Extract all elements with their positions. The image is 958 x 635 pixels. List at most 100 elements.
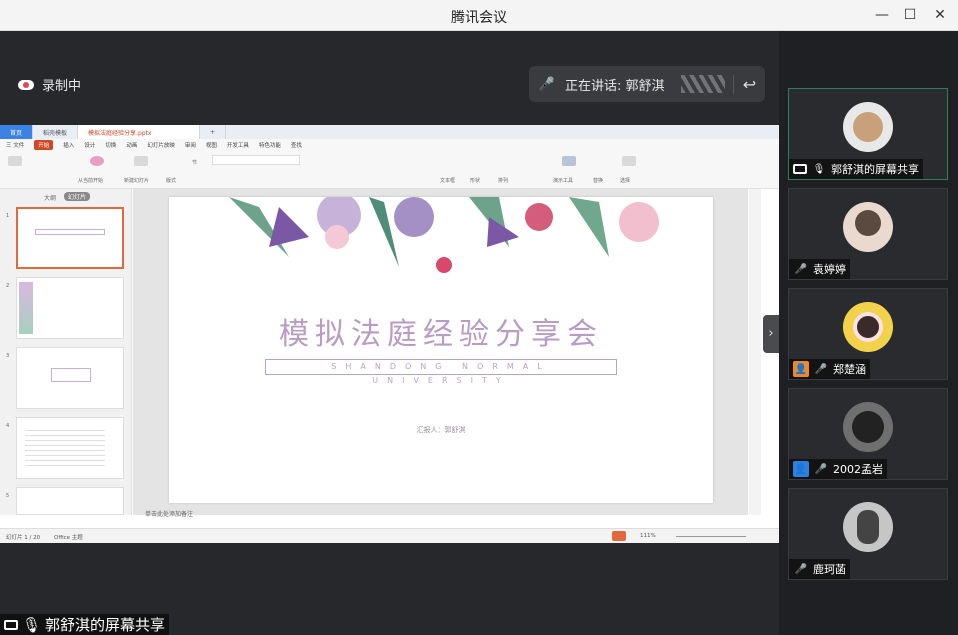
slide-subtitle: SHANDONG NORMAL UNIVERSITY: [265, 359, 617, 385]
menu-search[interactable]: 查找: [291, 141, 302, 149]
user-icon: 👤: [793, 461, 809, 477]
screen-share-label: 🎙 郭舒淇的屏幕共享: [0, 614, 170, 635]
participant-tile[interactable]: 👤 🎤 郑楚涵: [788, 288, 948, 380]
participants-panel: 🎙 郭舒淇的屏幕共享 🎤 袁婷婷 👤 🎤 郑楚涵 👤 🎤 2002孟岩 🎤 鹿珂…: [779, 31, 958, 635]
paste-icon[interactable]: [8, 156, 22, 166]
mic-on-icon: 🎙: [812, 163, 826, 175]
cloud-icon: [18, 79, 34, 90]
outline-tab[interactable]: 大纲: [44, 193, 56, 202]
menu-insert[interactable]: 插入: [63, 141, 74, 149]
avatar: [843, 202, 893, 252]
screen-share-icon: [793, 164, 807, 174]
mic-icon: 🎙: [22, 615, 42, 634]
avatar: [843, 502, 893, 552]
slide-counter: 幻灯片 1 / 20: [6, 535, 41, 541]
ribbon-replace[interactable]: 替换: [593, 177, 603, 184]
menu-review[interactable]: 审阅: [185, 141, 196, 149]
ribbon-play-from-current[interactable]: 从当前开始: [78, 177, 103, 184]
slide-reporter: 汇报人：郭舒淇: [416, 426, 466, 434]
speaking-indicator: 🎤 正在讲话: 郭舒淇 ↩: [529, 66, 765, 102]
menu-file[interactable]: 三 文件: [6, 141, 24, 149]
tab-pptx[interactable]: 模拟法庭经验分享.pptx: [78, 125, 201, 139]
vertical-scrollbar[interactable]: [749, 189, 761, 515]
return-icon[interactable]: ↩: [733, 74, 765, 94]
ribbon-present-tool[interactable]: 演示工具: [553, 177, 573, 184]
participant-tile[interactable]: 🎤 鹿珂菡: [788, 488, 948, 580]
new-tab-button[interactable]: +: [200, 125, 227, 139]
play-icon[interactable]: [612, 531, 626, 541]
user-icon: 👤: [793, 361, 809, 377]
slide-title: 模拟法庭经验分享会: [279, 317, 603, 352]
ribbon-section[interactable]: 节: [192, 159, 197, 166]
participant-name: 鹿珂菡: [813, 563, 846, 576]
select-icon[interactable]: [622, 156, 636, 166]
ribbon-select[interactable]: 选择: [620, 177, 630, 184]
notes-placeholder[interactable]: 单击此处添加备注: [145, 509, 193, 518]
recording-indicator[interactable]: 录制中: [18, 75, 81, 94]
status-bar: 幻灯片 1 / 20 Office 主题 111%: [0, 528, 779, 543]
tab-home[interactable]: 首页: [0, 125, 34, 139]
menu-features[interactable]: 特色功能: [259, 141, 281, 149]
participant-name: 袁婷婷: [813, 263, 846, 276]
shared-screen: 首页 稻壳模板 模拟法庭经验分享.pptx + 三 文件 开始 插入 设计 切换…: [0, 125, 779, 543]
menu-developer[interactable]: 开发工具: [227, 141, 249, 149]
menu-transition[interactable]: 切换: [105, 141, 116, 149]
slide-thumbnails: 大纲 幻灯片 1 2 3 4 5: [0, 189, 132, 515]
ribbon-new-slide[interactable]: 新建幻灯片: [124, 177, 149, 184]
participant-name: 郑楚涵: [833, 363, 866, 376]
mic-off-icon: 🎤: [814, 463, 828, 475]
participant-name-bar: 🎤 袁婷婷: [789, 259, 850, 279]
speaking-label: 正在讲话: 郭舒淇: [565, 78, 665, 94]
ribbon-arrange[interactable]: 排列: [498, 177, 508, 184]
zoom-slider[interactable]: [676, 536, 746, 537]
screen-share-icon: [4, 619, 18, 630]
maximize-button[interactable]: ☐: [899, 5, 921, 25]
window-title: 腾讯会议: [451, 10, 507, 26]
participant-name-bar: 👤 🎤 郑楚涵: [789, 359, 870, 379]
slide-thumbnail[interactable]: [16, 487, 124, 515]
participant-tile[interactable]: 👤 🎤 2002孟岩: [788, 388, 948, 480]
menu-view[interactable]: 视图: [206, 141, 217, 149]
slide-thumbnail[interactable]: [16, 277, 124, 339]
presentation-tool-icon[interactable]: [562, 156, 576, 166]
wps-tabbar: 首页 稻壳模板 模拟法庭经验分享.pptx +: [0, 125, 779, 139]
avatar: [843, 402, 893, 452]
slide-thumbnail[interactable]: [16, 347, 124, 409]
avatar: [843, 102, 893, 152]
new-slide-icon[interactable]: [134, 156, 148, 166]
avatar: [843, 302, 893, 352]
wps-menubar: 三 文件 开始 插入 设计 切换 动画 幻灯片放映 审阅 视图 开发工具 特色功…: [0, 139, 779, 151]
menu-home[interactable]: 开始: [34, 140, 54, 150]
ribbon-shape[interactable]: 形状: [470, 177, 480, 184]
slide-thumbnail[interactable]: [16, 207, 124, 269]
recording-label: 录制中: [42, 79, 82, 94]
current-slide[interactable]: 模拟法庭经验分享会 SHANDONG NORMAL UNIVERSITY 汇报人…: [169, 197, 713, 503]
share-label-text: 郭舒淇的屏幕共享: [45, 616, 166, 634]
slides-tab[interactable]: 幻灯片: [64, 192, 91, 201]
mic-off-icon: 🎤: [814, 363, 828, 375]
ribbon-textbox[interactable]: 文本框: [440, 177, 455, 184]
slide-editor: 模拟法庭经验分享会 SHANDONG NORMAL UNIVERSITY 汇报人…: [133, 189, 748, 518]
menu-slideshow[interactable]: 幻灯片放映: [147, 141, 175, 149]
ribbon-layout[interactable]: 版式: [166, 177, 176, 184]
window-titlebar: 腾讯会议 — ☐ ✕: [0, 0, 958, 31]
menu-design[interactable]: 设计: [84, 141, 95, 149]
menu-animation[interactable]: 动画: [126, 141, 137, 149]
mic-off-icon: 🎤: [794, 263, 808, 275]
wps-ribbon: 从当前开始 新建幻灯片 版式 节 文本框 形状 排列 演示工具 替换 选择: [0, 151, 779, 189]
participant-name-bar: 🎤 鹿珂菡: [789, 559, 850, 579]
font-size-box[interactable]: [212, 155, 300, 165]
close-button[interactable]: ✕: [929, 5, 951, 25]
mic-off-icon: 🎤: [538, 76, 556, 92]
minimize-button[interactable]: —: [871, 5, 893, 25]
participant-name: 2002孟岩: [833, 463, 883, 476]
theme-name: Office 主题: [54, 535, 83, 541]
participant-name-bar: 👤 🎤 2002孟岩: [789, 459, 887, 479]
play-from-current-icon[interactable]: [90, 156, 104, 166]
slide-thumbnail[interactable]: [16, 417, 124, 479]
participant-tile[interactable]: 🎙 郭舒淇的屏幕共享: [788, 88, 948, 180]
tab-docer[interactable]: 稻壳模板: [33, 125, 79, 139]
chevron-right-icon[interactable]: ›: [763, 315, 779, 353]
participant-tile[interactable]: 🎤 袁婷婷: [788, 188, 948, 280]
zoom-level: 111%: [640, 533, 656, 539]
